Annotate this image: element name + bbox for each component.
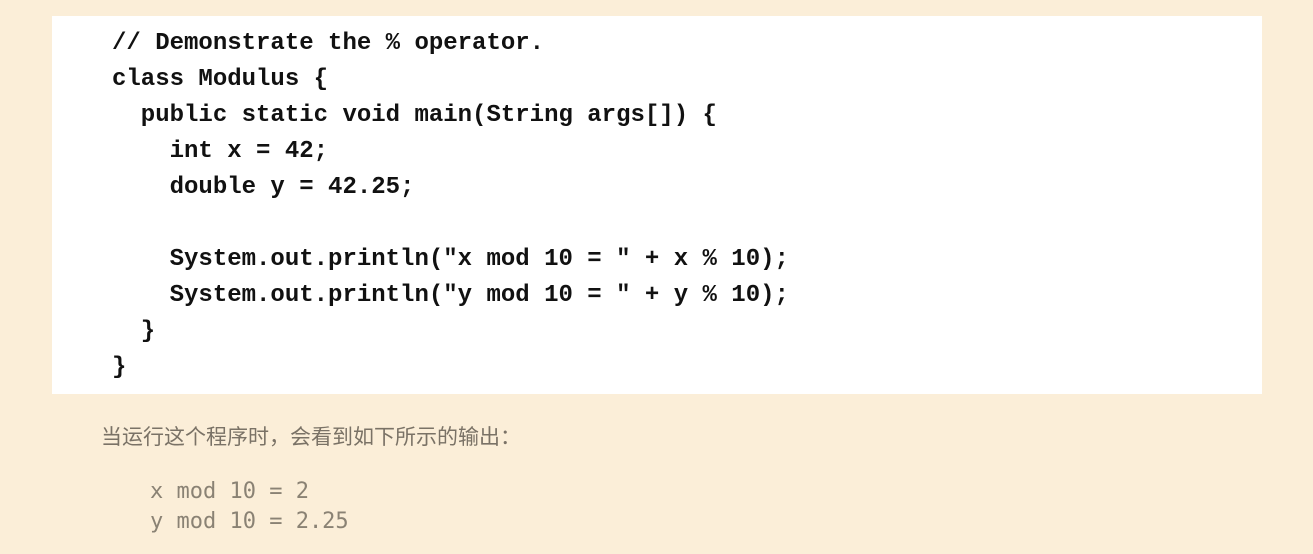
output-line-y: y mod 10 = 2.25 <box>150 509 349 534</box>
code-line-println-y: System.out.println("y mod 10 = " + y % 1… <box>112 282 789 309</box>
output-line-x: x mod 10 = 2 <box>150 479 309 504</box>
code-line-class-decl: class Modulus { <box>112 66 329 93</box>
code-line-int-x: int x = 42; <box>112 138 329 165</box>
code-line-close-method: } <box>112 318 156 345</box>
code-line-println-x: System.out.println("x mod 10 = " + x % 1… <box>112 246 789 273</box>
code-listing: // Demonstrate the % operator. class Mod… <box>52 16 1262 394</box>
code-line-double-y: double y = 42.25; <box>112 174 415 201</box>
code-line-close-class: } <box>112 354 127 381</box>
code-line-comment: // Demonstrate the % operator. <box>112 30 545 57</box>
prose-paragraph: 当运行这个程序时，会看到如下所示的输出： <box>101 425 521 449</box>
code-line-main-decl: public static void main(String args[]) { <box>112 102 717 129</box>
